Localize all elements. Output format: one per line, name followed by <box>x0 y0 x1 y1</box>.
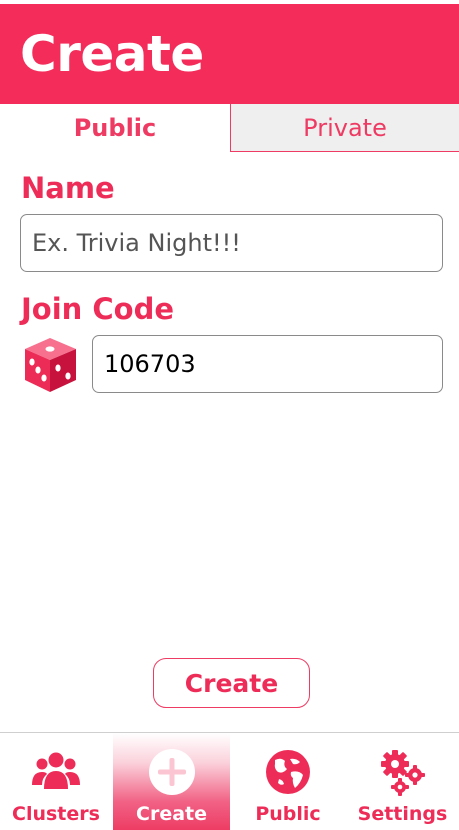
create-button[interactable]: Create <box>153 658 310 708</box>
page-title: Create <box>20 25 204 83</box>
nav-create[interactable]: Create <box>113 733 230 830</box>
nav-clusters-label: Clusters <box>12 803 100 825</box>
plus-circle-icon <box>148 749 195 795</box>
nav-public-label: Public <box>255 803 321 825</box>
users-icon <box>32 752 80 789</box>
visibility-tabs: Public Private <box>0 104 459 152</box>
tab-private[interactable]: Private <box>230 104 459 152</box>
nav-create-label: Create <box>136 803 207 825</box>
app-header: Create <box>0 4 459 104</box>
nav-settings-label: Settings <box>357 803 448 825</box>
name-input[interactable] <box>20 214 443 272</box>
dice-icon[interactable] <box>22 336 79 394</box>
gears-icon <box>380 750 425 796</box>
globe-icon <box>266 750 310 794</box>
nav-public[interactable]: Public <box>230 733 346 830</box>
name-label: Name <box>21 171 115 205</box>
join-code-input[interactable] <box>92 335 443 393</box>
nav-settings[interactable]: Settings <box>346 733 459 830</box>
bottom-nav: Clusters Create Public Settings <box>0 732 459 830</box>
tab-public[interactable]: Public <box>0 104 230 152</box>
nav-clusters[interactable]: Clusters <box>0 733 112 830</box>
join-code-label: Join Code <box>21 292 175 326</box>
